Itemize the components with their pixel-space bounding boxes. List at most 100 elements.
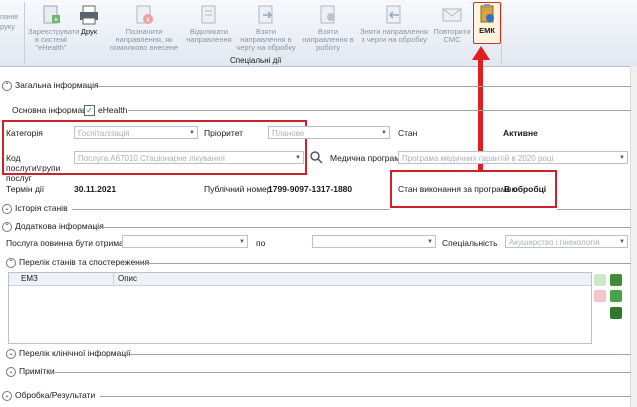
- print-label: Друк: [80, 27, 98, 36]
- delete-icon[interactable]: [594, 290, 606, 302]
- take-to-work-button[interactable]: Взяти направлення в роботу: [300, 4, 356, 54]
- divider: [128, 110, 631, 111]
- emk-button[interactable]: ЕМК: [473, 2, 501, 44]
- printer-icon: [80, 5, 98, 25]
- chevron-down-icon: ▼: [381, 130, 387, 136]
- state-label: Стан: [398, 128, 418, 138]
- med-program-select[interactable]: Програма медичних гарантій в 2020 році ▼: [398, 151, 628, 164]
- expand-icon[interactable]: ⌄: [6, 348, 16, 359]
- repeat-sms-button[interactable]: Повторити СМС: [432, 4, 472, 54]
- term-value: 30.11.2021: [74, 184, 117, 194]
- chevron-down-icon: ▼: [619, 239, 625, 245]
- expand-icon[interactable]: ⌄: [6, 366, 16, 377]
- remove-from-queue-button[interactable]: Зняти направлення з черги на обробку: [358, 4, 430, 54]
- collapse-icon[interactable]: ⌃: [2, 221, 12, 232]
- section-notes-title: Примітки: [19, 366, 55, 376]
- divider: [100, 396, 631, 397]
- section-general-title: Загальна інформація: [15, 80, 99, 90]
- category-value: Госпіталізація: [78, 129, 130, 138]
- tools-icon[interactable]: [610, 274, 622, 286]
- mark-erroneous-label: Позначити направлення, як помилково внес…: [109, 27, 179, 52]
- section-history-title: Історія станів: [15, 203, 68, 213]
- divider: [136, 263, 631, 264]
- category-select[interactable]: Госпіталізація ▼: [74, 126, 198, 139]
- column-description[interactable]: Опис: [113, 273, 137, 285]
- emk-label: ЕМК: [479, 26, 495, 35]
- svg-text:x: x: [146, 15, 150, 24]
- annotation-arrow-head: [472, 46, 490, 60]
- service-received-label: Послуга повинна бути отримана з: [6, 238, 140, 248]
- divider: [557, 209, 631, 210]
- add-icon[interactable]: [594, 274, 606, 286]
- chevron-down-icon: ▼: [427, 239, 433, 245]
- state-value: Активне: [503, 128, 538, 138]
- chevron-down-icon: ▼: [295, 155, 301, 161]
- revoke-icon: [201, 5, 216, 24]
- queue-processing-button[interactable]: Взяти направлення в чергу на обробку: [234, 4, 298, 54]
- program-state-value: В обробці: [504, 184, 547, 194]
- public-number-label: Публічний номер: [204, 184, 272, 194]
- repeat-sms-label: Повторити СМС: [433, 27, 471, 44]
- ehealth-label: eHealth: [98, 105, 128, 115]
- divider: [72, 209, 390, 210]
- grid-header: ЕМЗ Опис: [9, 273, 591, 286]
- register-icon: +: [43, 5, 60, 24]
- revoke-button[interactable]: Відкликати направлення: [186, 4, 232, 54]
- divider: [50, 372, 631, 373]
- date-to-select[interactable]: ▼: [312, 235, 436, 248]
- revoke-label: Відкликати направлення: [186, 27, 232, 44]
- program-state-label: Стан виконання за програмою: [398, 184, 518, 194]
- section-clinical-title: Перелік клінічної інформації: [19, 348, 131, 358]
- section-states-list-title: Перелік станів та спостереження: [19, 257, 150, 267]
- priority-select[interactable]: Планове ▼: [268, 126, 390, 139]
- divider: [94, 227, 631, 228]
- date-from-select[interactable]: ▼: [122, 235, 248, 248]
- svg-text:+: +: [54, 15, 59, 24]
- service-code-select[interactable]: Послуга A67010 Стаціонарне лікування ▼: [74, 151, 304, 164]
- expand-icon[interactable]: ⌄: [2, 203, 12, 214]
- special-actions-group-label: Спеціальні дії: [230, 56, 282, 65]
- envelope-icon: [442, 8, 462, 22]
- priority-value: Планове: [272, 129, 305, 138]
- take-to-work-label: Взяти направлення в роботу: [302, 27, 354, 52]
- export-icon[interactable]: [610, 307, 622, 319]
- specialty-label: Спеціальність: [442, 238, 498, 248]
- remove-from-queue-label: Зняти направлення з черги на обробку: [360, 27, 428, 44]
- ehealth-checkbox[interactable]: ✓: [84, 105, 95, 116]
- queue-icon: [258, 5, 273, 24]
- mark-erroneous-icon: x: [136, 5, 153, 24]
- priority-label: Пріоритет: [204, 128, 244, 138]
- column-emz[interactable]: ЕМЗ: [21, 273, 38, 285]
- register-ehealth-button[interactable]: + Зареєструвати в системі "eHealth": [28, 4, 79, 54]
- category-label: Категорія: [6, 128, 43, 138]
- divider: [86, 86, 631, 87]
- states-grid[interactable]: ЕМЗ Опис: [8, 272, 592, 344]
- specialty-select[interactable]: Акушерство і гінекологія ▼: [505, 235, 628, 248]
- expand-icon[interactable]: ⌄: [2, 390, 12, 401]
- register-ehealth-label: Зареєструвати в системі "eHealth": [28, 27, 80, 52]
- queue-processing-label: Взяти направлення в чергу на обробку: [236, 27, 296, 52]
- print-button[interactable]: Друк: [76, 4, 102, 54]
- remove-queue-icon: [386, 5, 401, 24]
- main-info-label: Основна інформація: [12, 105, 94, 115]
- refresh-icon[interactable]: [610, 290, 622, 302]
- chevron-down-icon: ▼: [239, 239, 245, 245]
- med-program-value: Програма медичних гарантій в 2020 році: [402, 154, 554, 163]
- section-processing-title: Обробка/Результати: [15, 390, 96, 400]
- public-number-value: 1799-9097-1317-1880: [268, 184, 353, 194]
- specialty-value: Акушерство і гінекологія: [509, 238, 600, 247]
- service-code-label: Код послуги\групи послуг: [6, 153, 61, 183]
- mark-erroneous-button[interactable]: x Позначити направлення, як помилково вн…: [104, 4, 184, 54]
- med-program-label: Медична програма: [330, 153, 405, 163]
- cut-label-1: панів: [0, 12, 19, 21]
- search-icon[interactable]: [309, 150, 323, 164]
- section-additional-title: Додаткова інформація: [15, 221, 104, 231]
- service-code-value: Послуга A67010 Стаціонарне лікування: [78, 154, 225, 163]
- medical-record-icon: [480, 4, 494, 23]
- chevron-down-icon: ▼: [189, 130, 195, 136]
- collapse-icon[interactable]: ⌃: [2, 80, 12, 91]
- collapse-icon[interactable]: ⌃: [6, 257, 16, 268]
- to-label: по: [256, 238, 266, 248]
- divider: [120, 354, 631, 355]
- take-to-work-icon: [320, 5, 335, 24]
